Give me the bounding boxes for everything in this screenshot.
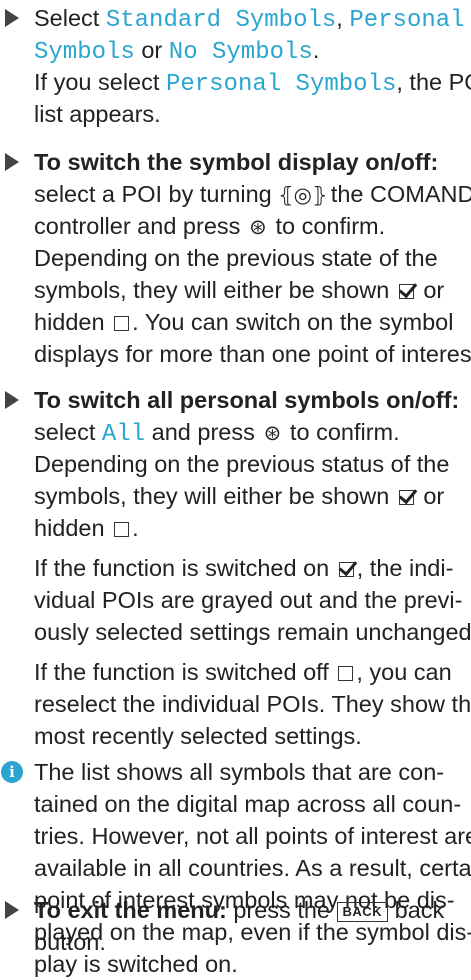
- controller-press-icon: ⊛: [263, 422, 282, 445]
- text: symbols, they will either be shown: [34, 483, 396, 509]
- text: or: [416, 277, 445, 303]
- text: ,: [336, 5, 350, 31]
- text: hidden: [34, 309, 112, 335]
- text: , the POI: [396, 69, 471, 95]
- checkbox-checked-icon: [398, 284, 414, 299]
- text: select: [34, 419, 102, 445]
- text: Depending on the previous status of the: [34, 451, 450, 477]
- info-icon: i: [1, 761, 23, 783]
- bullet-arrow-icon: [5, 391, 19, 409]
- step-text: Select Standard Symbols, Personal Symbol…: [34, 2, 471, 130]
- text: button.: [34, 929, 106, 955]
- text: to confirm.: [268, 213, 386, 239]
- text: , you can: [356, 659, 452, 685]
- step-heading: To exit the menu:: [34, 897, 227, 923]
- checkbox-empty-icon: [338, 666, 354, 681]
- text: to confirm.: [283, 419, 400, 445]
- controller-press-icon: ⊛: [249, 216, 267, 239]
- option-standard-symbols: Standard Symbols: [105, 7, 337, 34]
- bullet-arrow-icon: [5, 9, 19, 27]
- text: most recently selected settings.: [34, 723, 362, 749]
- option-personal-symbols: Personal Symbols: [165, 71, 397, 98]
- text: If you select: [34, 69, 166, 95]
- text: vidual POIs are grayed out and the previ…: [34, 587, 463, 613]
- text: back: [388, 897, 445, 923]
- text: and press: [145, 419, 262, 445]
- text: .: [132, 515, 139, 541]
- text: select a POI by turning: [34, 181, 279, 207]
- text: tries. However, not all points of intere…: [34, 823, 471, 849]
- text: available in all countries. As a result,…: [34, 855, 471, 881]
- text: If the function is switched on: [34, 555, 336, 581]
- checkbox-empty-icon: [114, 522, 130, 537]
- text: or: [416, 483, 445, 509]
- back-key-icon: BACK: [336, 902, 389, 922]
- checkbox-empty-icon: [114, 316, 130, 331]
- text: symbols, they will either be shown: [34, 277, 396, 303]
- bullet-arrow-icon: [5, 901, 19, 919]
- text: reselect the individual POIs. They show …: [34, 691, 471, 717]
- step-text: To switch the symbol display on/off: sel…: [34, 146, 471, 370]
- step-text: To exit the menu: press the BACK back bu…: [34, 894, 471, 958]
- text: Select: [34, 5, 106, 31]
- text: .: [312, 37, 320, 63]
- step-heading: To switch all personal symbols on/off:: [34, 387, 460, 413]
- text: The list shows all symbols that are con-: [34, 759, 445, 785]
- text: the COMAND: [324, 181, 471, 207]
- text: If the function is switched off: [34, 659, 336, 685]
- text: hidden: [34, 515, 112, 541]
- text: displays for more than one point of inte…: [34, 341, 471, 367]
- text: ously selected settings remain unchanged…: [34, 619, 471, 645]
- step-text: To switch all personal symbols on/off: s…: [34, 384, 471, 752]
- text: or: [134, 37, 169, 63]
- option-no-symbols: No Symbols: [168, 39, 313, 66]
- text: list appears.: [34, 101, 161, 127]
- option-all: All: [101, 421, 146, 448]
- option-personal-symbols: Symbols: [34, 39, 135, 66]
- checkbox-checked-icon: [338, 562, 354, 577]
- text: . You can switch on the symbol: [132, 309, 454, 335]
- text: , the indi-: [356, 555, 454, 581]
- step-heading: To switch the symbol display on/off:: [34, 149, 439, 175]
- text: tained on the digital map across all cou…: [34, 791, 462, 817]
- bullet-arrow-icon: [5, 153, 19, 171]
- option-personal-symbols: Personal: [349, 7, 465, 34]
- checkbox-checked-icon: [398, 490, 414, 505]
- text: press the: [226, 897, 337, 923]
- text: controller and press: [34, 213, 247, 239]
- controller-turn-icon: ⦃◎⦄: [278, 184, 328, 207]
- text: Depending on the previous state of the: [34, 245, 438, 271]
